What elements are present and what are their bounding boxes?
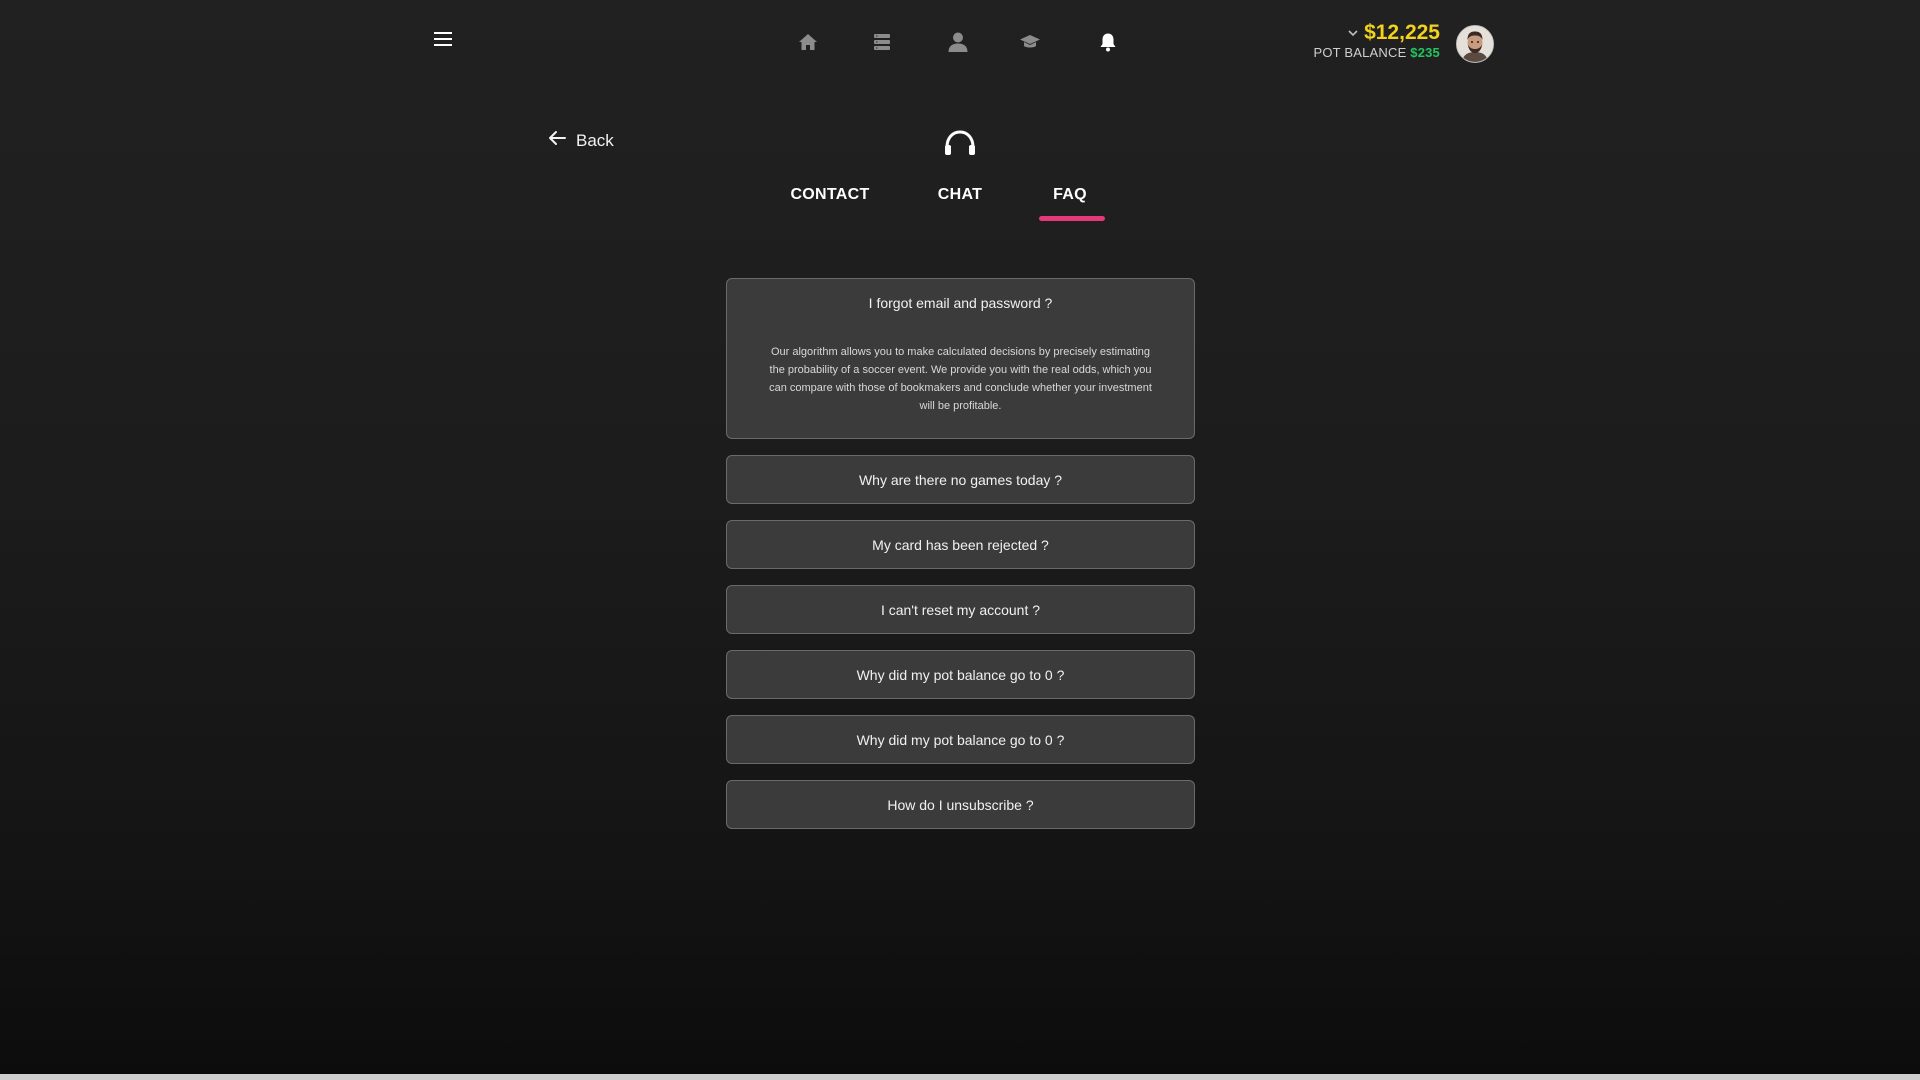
- arrow-left-icon: [548, 130, 566, 151]
- faq-item[interactable]: Why did my pot balance go to 0 ?: [726, 715, 1195, 764]
- user-icon[interactable]: [940, 24, 976, 60]
- list-icon[interactable]: [864, 24, 900, 60]
- faq-answer: Our algorithm allows you to make calcula…: [769, 346, 1152, 412]
- support-tabs: CONTACT CHAT FAQ: [0, 186, 1920, 226]
- pot-balance: POT BALANCE $235: [1313, 46, 1440, 59]
- faq-list: I forgot email and password ? Our algori…: [726, 278, 1195, 845]
- tab-chat[interactable]: CHAT: [938, 186, 982, 204]
- back-button[interactable]: Back: [548, 130, 614, 151]
- faq-item[interactable]: How do I unsubscribe ?: [726, 780, 1195, 829]
- bottom-divider: [0, 1074, 1920, 1080]
- balance-display: $12,225 POT BALANCE $235: [1313, 22, 1440, 59]
- hamburger-menu-icon[interactable]: [428, 26, 458, 52]
- active-tab-indicator: [1039, 216, 1105, 221]
- balance-amount: $12,225: [1364, 21, 1440, 44]
- bell-icon[interactable]: [1090, 24, 1126, 60]
- faq-item[interactable]: I forgot email and password ? Our algori…: [726, 278, 1195, 439]
- pot-balance-label: POT BALANCE: [1313, 45, 1407, 60]
- back-label: Back: [576, 130, 614, 150]
- pot-balance-value: $235: [1410, 45, 1440, 60]
- tab-faq[interactable]: FAQ: [1053, 186, 1087, 204]
- faq-item[interactable]: Why are there no games today ?: [726, 455, 1195, 504]
- faq-item[interactable]: My card has been rejected ?: [726, 520, 1195, 569]
- headset-icon: [943, 127, 977, 161]
- tab-contact[interactable]: CONTACT: [790, 186, 869, 204]
- graduation-cap-icon[interactable]: [1012, 24, 1048, 60]
- chevron-down-icon[interactable]: [1348, 25, 1358, 41]
- avatar[interactable]: [1456, 25, 1494, 63]
- faq-item[interactable]: I can't reset my account ?: [726, 585, 1195, 634]
- faq-item[interactable]: Why did my pot balance go to 0 ?: [726, 650, 1195, 699]
- faq-question: I forgot email and password ?: [868, 295, 1053, 311]
- home-icon[interactable]: [790, 24, 826, 60]
